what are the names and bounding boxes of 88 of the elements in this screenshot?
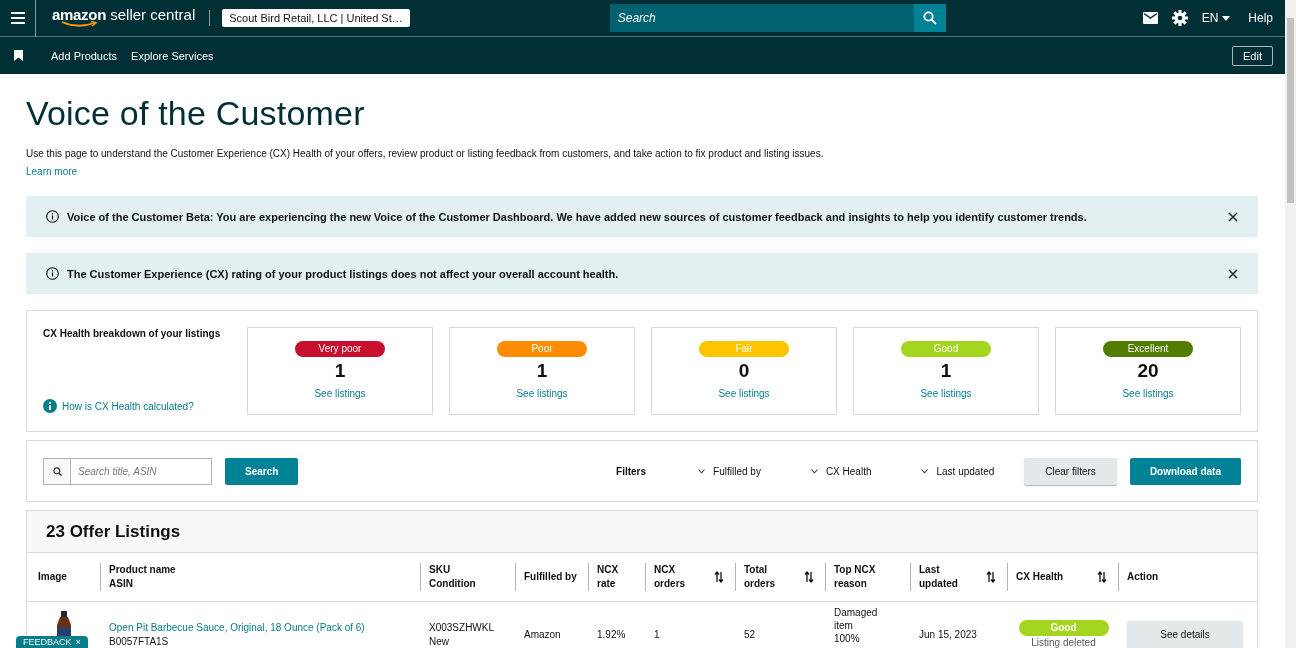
see-details-button[interactable]: See details bbox=[1127, 620, 1243, 648]
table-cell-text: 52 bbox=[744, 627, 757, 642]
help-link[interactable]: How is CX Health calculated? bbox=[62, 400, 194, 412]
clear-filters-button[interactable]: Clear filters bbox=[1024, 457, 1117, 485]
feedback-tab[interactable]: FEEDBACK × bbox=[16, 636, 88, 648]
close-icon[interactable] bbox=[1228, 211, 1238, 222]
chevron-down-icon bbox=[921, 468, 929, 474]
scrollbar-thumb[interactable] bbox=[1287, 18, 1294, 203]
account-selector[interactable]: Scout Bird Retail, LLC | United St… bbox=[222, 9, 410, 27]
rating-badge: Very poor bbox=[295, 341, 385, 357]
search-field[interactable]: Search bbox=[609, 4, 914, 32]
condition-text: New bbox=[429, 634, 450, 648]
listing-count: 1 bbox=[334, 360, 346, 382]
menu-icon[interactable] bbox=[10, 12, 25, 24]
caret-icon bbox=[1222, 15, 1231, 21]
edit-button[interactable]: Edit bbox=[1232, 45, 1273, 66]
close-icon[interactable]: × bbox=[75, 637, 81, 648]
column-header[interactable]: NCX rate bbox=[597, 563, 638, 591]
chevron-down-icon bbox=[810, 468, 818, 474]
mail-icon[interactable] bbox=[1142, 12, 1158, 24]
listing-count: 1 bbox=[940, 360, 952, 382]
scrollbar[interactable] bbox=[1285, 0, 1296, 648]
chevron-down-icon bbox=[698, 468, 706, 474]
close-icon[interactable] bbox=[1228, 268, 1238, 279]
see-listings-link[interactable]: See listings bbox=[314, 388, 366, 399]
see-listings-link[interactable]: See listings bbox=[516, 388, 568, 399]
filters-label: Filters bbox=[616, 465, 647, 477]
column-header[interactable]: CX Health bbox=[1016, 570, 1064, 584]
search-icon bbox=[922, 11, 937, 25]
column-header[interactable]: Product name ASIN bbox=[109, 563, 176, 591]
listing-count: 1 bbox=[536, 360, 548, 382]
listing-status: Listing deleted bbox=[1031, 636, 1096, 648]
learn-more-link[interactable]: Learn more bbox=[26, 165, 78, 179]
rating-badge: Good bbox=[901, 341, 991, 357]
rating-badge: Poor bbox=[497, 341, 587, 357]
bookmark-icon[interactable] bbox=[14, 50, 23, 61]
asin-text: B0057FTA1S bbox=[109, 634, 170, 648]
see-listings-link[interactable]: See listings bbox=[1122, 388, 1174, 399]
section-title: 23 Offer Listings bbox=[46, 521, 181, 542]
page-description: Use this page to understand the Customer Experience (CX) Health of your offers, review product or listing feedback from customers, and take action to fix product and listing issues. bbox=[26, 147, 825, 161]
column-header[interactable]: Image bbox=[38, 570, 67, 584]
rating-badge: Fair bbox=[699, 341, 789, 357]
help-link[interactable]: Help bbox=[1248, 11, 1273, 25]
product-link[interactable]: Open Pit Barbecue Sauce, Original, 18 Ounce (Pack of 6) bbox=[109, 620, 413, 635]
page-title: Voice of the Customer bbox=[26, 94, 366, 133]
column-header[interactable]: Action bbox=[1127, 570, 1159, 584]
rating-badge: Excellent bbox=[1103, 341, 1193, 357]
sort-icon[interactable] bbox=[804, 571, 814, 583]
nav-link[interactable]: Add Products bbox=[51, 49, 118, 62]
info-icon bbox=[43, 399, 57, 413]
column-header[interactable]: Fulfilled by bbox=[524, 570, 577, 584]
listing-count: 20 bbox=[1137, 360, 1159, 382]
see-listings-link[interactable]: See listings bbox=[920, 388, 972, 399]
table-cell-text: 1.92% bbox=[597, 627, 627, 642]
search-field[interactable]: Search title, ASIN bbox=[70, 457, 212, 485]
language-selector[interactable]: EN bbox=[1201, 11, 1231, 25]
see-listings-link[interactable]: See listings bbox=[718, 388, 770, 399]
sku-text: X003SZHWKL bbox=[429, 620, 496, 635]
logo[interactable]: amazon seller central bbox=[52, 7, 196, 29]
banner-message: The Customer Experience (CX) rating of your product listings does not affect your overall account health. bbox=[67, 267, 620, 280]
rating-badge: Good bbox=[1018, 620, 1109, 636]
column-header[interactable]: Top NCX reason bbox=[834, 563, 876, 591]
settings-icon[interactable] bbox=[1171, 10, 1188, 26]
listing-count: 0 bbox=[738, 360, 750, 382]
table-cell-text: Amazon bbox=[524, 627, 562, 642]
filter-dropdown[interactable]: Fulfilled by bbox=[698, 465, 761, 477]
section-title: CX Health breakdown of your listings bbox=[43, 328, 222, 339]
table-cell-text: Jun 15, 2023 bbox=[919, 627, 978, 642]
filter-dropdown[interactable]: CX Health bbox=[810, 465, 872, 477]
table-cell-text: 1 bbox=[654, 627, 661, 642]
column-header[interactable]: Last updated bbox=[919, 563, 958, 591]
smile-arrow-icon bbox=[60, 21, 100, 29]
nav-link[interactable]: Explore Services bbox=[131, 49, 214, 62]
info-icon bbox=[46, 267, 59, 280]
sort-icon[interactable] bbox=[1097, 571, 1107, 583]
reason-share: 100% bbox=[834, 632, 861, 645]
sort-icon[interactable] bbox=[986, 571, 996, 583]
column-header[interactable]: NCX orders bbox=[654, 563, 686, 591]
info-icon bbox=[46, 210, 59, 223]
search-button[interactable] bbox=[913, 4, 946, 32]
banner-message: Voice of the Customer Beta: You are experiencing the new Voice of the Customer Dashboard. We have added new sources of customer feedback and insights to help you identify customer trends. bbox=[67, 210, 1088, 223]
sort-icon[interactable] bbox=[714, 571, 724, 583]
filter-dropdown[interactable]: Last updated bbox=[921, 465, 995, 477]
download-button[interactable]: Download data bbox=[1129, 457, 1241, 485]
column-header[interactable]: Total orders bbox=[744, 563, 776, 591]
search-icon bbox=[52, 466, 62, 476]
search-button[interactable]: Search bbox=[225, 457, 299, 485]
column-header[interactable]: SKU Condition bbox=[429, 563, 476, 591]
